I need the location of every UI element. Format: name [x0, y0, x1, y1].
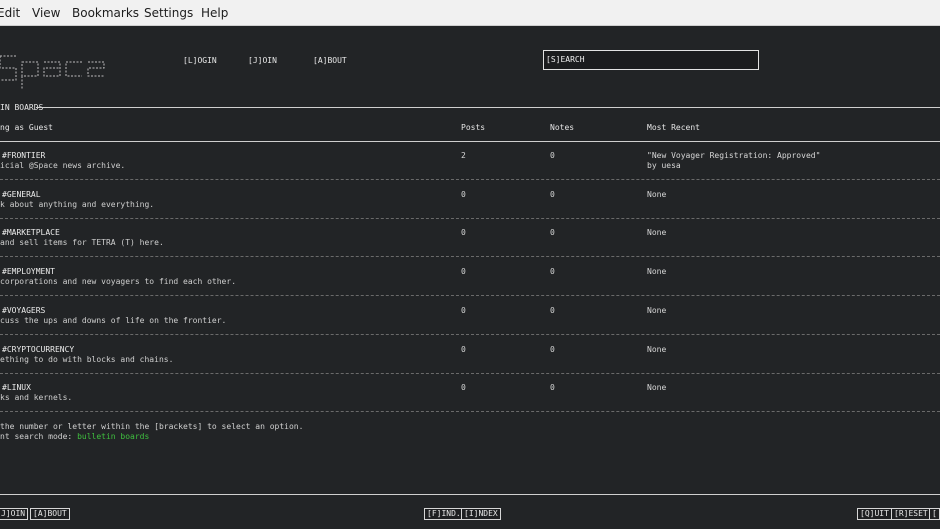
column-header-posts: Posts — [461, 123, 486, 132]
join-link[interactable]: [J]OIN — [248, 56, 277, 65]
row-divider — [0, 295, 940, 297]
search-mode-label: nt search mode: — [0, 432, 78, 441]
board-description: cuss the ups and downs of life on the fr… — [0, 315, 227, 325]
board-recent: None — [647, 344, 667, 354]
board-posts: 0 — [461, 383, 466, 393]
row-divider — [0, 217, 940, 219]
footer-more-button[interactable]: [ — [929, 508, 940, 520]
footer-quit-button[interactable]: [Q]UIT — [857, 508, 892, 520]
space-logo — [0, 55, 105, 90]
footer-index-button[interactable]: [I]NDEX — [461, 508, 501, 520]
board-notes: 0 — [550, 189, 555, 199]
menu-bookmarks[interactable]: Bookmarks — [72, 6, 139, 20]
footer-reset-button[interactable]: [R]ESET — [891, 508, 931, 520]
board-description: and sell items for TETRA (T) here. — [0, 238, 164, 248]
board-description: k about anything and everything. — [0, 199, 155, 209]
header-divider — [0, 141, 940, 142]
board-name: #FRONTIER — [2, 151, 46, 160]
board-posts: 0 — [461, 189, 466, 199]
footer-divider — [0, 494, 940, 495]
row-divider — [0, 179, 940, 180]
board-recent: None — [647, 267, 667, 277]
column-header-recent: Most Recent — [647, 123, 700, 132]
board-name: #LINUX — [2, 383, 31, 393]
help-text: the number or letter within the [bracket… — [0, 422, 304, 431]
board-recent: "New Voyager Registration: Approved" — [647, 151, 821, 160]
board-name: #EMPLOYMENT — [2, 267, 55, 277]
about-link[interactable]: [A]BOUT — [313, 56, 347, 65]
board-recent-author: by uesa — [647, 161, 681, 170]
column-header-notes: Notes — [550, 123, 575, 132]
board-posts: 0 — [461, 267, 466, 277]
column-header-board: ng as Guest — [0, 123, 53, 132]
menu-edit[interactable]: Edit — [0, 6, 20, 20]
board-name: #GENERAL — [2, 189, 41, 199]
board-notes: 0 — [550, 305, 555, 315]
board-posts: 0 — [461, 305, 466, 315]
menu-view[interactable]: View — [32, 6, 60, 20]
board-notes: 0 — [550, 383, 555, 393]
board-description: corporations and new voyagers to find ea… — [0, 277, 237, 287]
board-posts: 0 — [461, 344, 466, 354]
board-recent: None — [647, 305, 667, 315]
search-mode-value: bulletin boards — [77, 432, 150, 441]
search-mode-line: nt search mode: bulletin boards — [0, 432, 149, 441]
footer-join-button[interactable]: J]OIN — [0, 508, 29, 520]
board-description: ks and kernels. — [0, 393, 73, 403]
row-divider — [0, 256, 940, 258]
board-description: icial @Space news archive. — [0, 161, 126, 170]
menu-bar: Edit View Bookmarks Settings Help — [0, 0, 940, 26]
menu-settings[interactable]: Settings — [144, 6, 193, 20]
board-description: ething to do with blocks and chains. — [0, 354, 174, 364]
board-recent: None — [647, 383, 667, 393]
board-name: #VOYAGERS — [2, 305, 46, 315]
board-recent: None — [647, 189, 667, 199]
board-name: #CRYPTOCURRENCY — [2, 344, 75, 354]
search-field[interactable]: [S]EARCH — [543, 50, 759, 70]
footer-about-button[interactable]: [A]BOUT — [30, 508, 70, 520]
board-posts: 0 — [461, 228, 466, 238]
board-notes: 0 — [550, 151, 555, 160]
board-notes: 0 — [550, 344, 555, 354]
row-divider — [0, 372, 940, 374]
section-divider — [36, 107, 940, 108]
row-divider — [0, 411, 940, 413]
row-divider — [0, 333, 940, 335]
menu-help[interactable]: Help — [201, 6, 228, 20]
login-link[interactable]: [L]OGIN — [183, 56, 217, 65]
board-posts: 2 — [461, 151, 466, 160]
board-recent: None — [647, 228, 667, 238]
board-notes: 0 — [550, 267, 555, 277]
terminal-content: [L]OGIN [J]OIN [A]BOUT [S]EARCH IN BOARD… — [0, 26, 940, 529]
board-name: #MARKETPLACE — [2, 228, 60, 238]
board-notes: 0 — [550, 228, 555, 238]
